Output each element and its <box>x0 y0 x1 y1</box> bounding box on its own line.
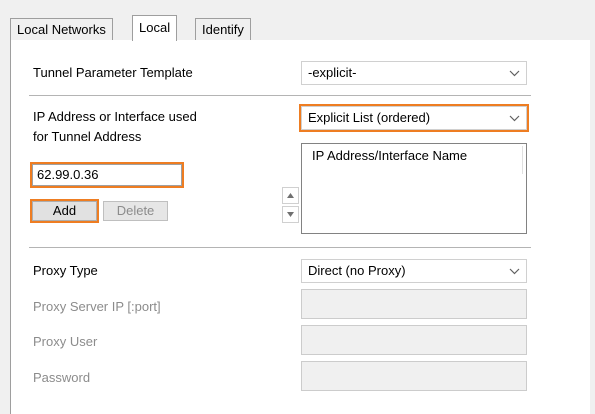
spin-up-button[interactable] <box>282 187 299 204</box>
chevron-down-icon <box>502 260 526 282</box>
delete-button: Delete <box>103 201 168 221</box>
proxy-type-select[interactable]: Direct (no Proxy) <box>301 259 527 283</box>
triangle-down-icon <box>287 212 294 217</box>
tunnel-address-label-line1: IP Address or Interface used <box>33 109 197 124</box>
triangle-up-icon <box>287 193 294 198</box>
tunnel-template-select[interactable]: -explicit- <box>301 61 527 85</box>
tunnel-template-label: Tunnel Parameter Template <box>33 65 193 80</box>
tunnel-address-label-line2: for Tunnel Address <box>33 129 142 144</box>
proxy-user-input <box>301 325 527 355</box>
column-header-divider <box>522 146 523 174</box>
add-button[interactable]: Add <box>30 199 99 223</box>
password-input <box>301 361 527 391</box>
spin-down-button[interactable] <box>282 206 299 223</box>
local-tab-panel: Tunnel Parameter Template -explicit- IP … <box>10 40 590 414</box>
chevron-down-icon <box>502 107 526 129</box>
proxy-server-input <box>301 289 527 319</box>
tab-identify[interactable]: Identify <box>195 18 251 40</box>
proxy-server-label: Proxy Server IP [:port] <box>33 299 161 314</box>
tunnel-address-mode-value: Explicit List (ordered) <box>308 110 431 125</box>
list-column-header[interactable]: IP Address/Interface Name <box>302 144 526 168</box>
tunnel-address-list[interactable]: IP Address/Interface Name <box>301 143 527 234</box>
tab-local[interactable]: Local <box>132 15 178 41</box>
tunnel-template-value: -explicit- <box>308 65 357 80</box>
proxy-user-label: Proxy User <box>33 334 98 349</box>
chevron-down-icon <box>502 62 526 84</box>
proxy-type-label: Proxy Type <box>33 263 98 278</box>
password-label: Password <box>33 370 91 385</box>
section-divider <box>29 95 531 96</box>
tab-local-networks[interactable]: Local Networks <box>10 18 113 40</box>
tunnel-address-mode-select[interactable]: Explicit List (ordered) <box>299 104 529 132</box>
tunnel-address-input[interactable]: 62.99.0.36 <box>30 162 184 188</box>
section-divider <box>29 247 531 248</box>
proxy-type-value: Direct (no Proxy) <box>308 263 406 278</box>
